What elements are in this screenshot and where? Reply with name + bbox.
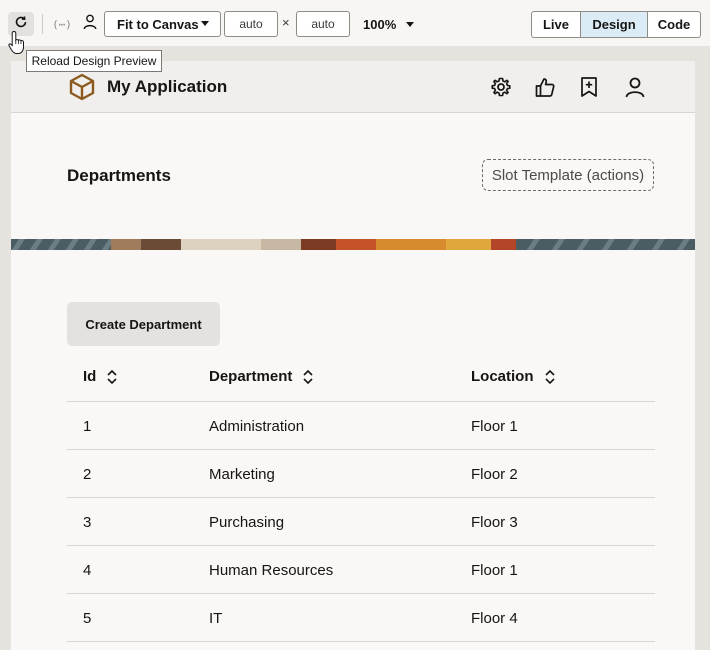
cell-id: 1 xyxy=(83,418,92,435)
cell-id: 2 xyxy=(83,466,92,483)
view-mode-toggle: Live Design Code xyxy=(531,11,701,38)
table-row[interactable]: 4 Human Resources Floor 1 xyxy=(67,546,655,594)
column-label: Location xyxy=(471,368,534,385)
cell-id: 3 xyxy=(83,514,92,531)
user-icon[interactable] xyxy=(623,75,647,99)
design-preview-canvas: My Application Departments Slot Template… xyxy=(11,61,695,650)
zoom-select[interactable]: 100% xyxy=(356,11,422,37)
zoom-value: 100% xyxy=(363,16,397,32)
page-title: Departments xyxy=(67,166,171,185)
toolbar-divider xyxy=(42,14,43,34)
hand-cursor-icon xyxy=(8,30,26,61)
cube-logo-icon xyxy=(68,73,96,101)
table-row[interactable]: 2 Marketing Floor 2 xyxy=(67,450,655,498)
column-header-location[interactable]: Location xyxy=(471,368,556,385)
bookmark-add-icon[interactable] xyxy=(577,75,601,99)
column-label: Id xyxy=(83,368,97,385)
table-row[interactable]: 1 Administration Floor 1 xyxy=(67,402,655,450)
table-header: Id Department Location xyxy=(67,354,655,402)
sort-icon xyxy=(106,369,118,385)
mode-live-button[interactable]: Live xyxy=(532,12,580,37)
cell-location: Floor 1 xyxy=(471,418,518,435)
app-title: My Application xyxy=(107,77,228,96)
fit-to-canvas-select[interactable]: Fit to Canvas xyxy=(104,11,221,37)
cell-department: Purchasing xyxy=(209,514,285,531)
thumbs-up-icon[interactable] xyxy=(533,75,557,99)
cell-department: Human Resources xyxy=(209,562,334,579)
gear-icon[interactable] xyxy=(489,75,513,99)
create-department-button[interactable]: Create Department xyxy=(67,302,220,346)
chevron-down-icon xyxy=(201,21,209,26)
table-row[interactable]: 3 Purchasing Floor 3 xyxy=(67,498,655,546)
cell-department: Marketing xyxy=(209,466,275,483)
cell-location: Floor 1 xyxy=(471,562,518,579)
cell-location: Floor 3 xyxy=(471,514,518,531)
cell-id: 4 xyxy=(83,562,92,579)
slot-template-actions[interactable]: Slot Template (actions) xyxy=(482,159,654,191)
fit-select-value: Fit to Canvas xyxy=(117,16,199,32)
user-icon xyxy=(83,14,97,35)
column-header-id[interactable]: Id xyxy=(83,368,118,385)
chevron-down-icon xyxy=(406,22,414,27)
slot-toggle-icon[interactable]: (⋯) xyxy=(52,14,72,34)
width-input[interactable]: auto xyxy=(224,11,278,37)
decorative-banner xyxy=(11,238,695,250)
departments-table: Id Department Location 1 Administration … xyxy=(67,354,655,642)
mode-code-button[interactable]: Code xyxy=(647,12,700,37)
cell-department: IT xyxy=(209,610,223,627)
sort-icon xyxy=(302,369,314,385)
cell-location: Floor 2 xyxy=(471,466,518,483)
designer-toolbar: (⋯) Fit to Canvas auto × auto 100% Live … xyxy=(0,0,710,46)
table-row[interactable]: 5 IT Floor 4 xyxy=(67,594,655,642)
cell-id: 5 xyxy=(83,610,92,627)
height-input[interactable]: auto xyxy=(296,11,350,37)
column-label: Department xyxy=(209,368,293,385)
cell-department: Administration xyxy=(209,418,305,435)
user-preview-button[interactable] xyxy=(80,14,100,34)
mode-design-button[interactable]: Design xyxy=(580,12,647,37)
column-header-department[interactable]: Department xyxy=(209,368,314,385)
dimension-separator: × xyxy=(282,15,290,30)
sort-icon xyxy=(544,369,556,385)
cell-location: Floor 4 xyxy=(471,610,518,627)
reload-tooltip: Reload Design Preview xyxy=(26,50,162,72)
